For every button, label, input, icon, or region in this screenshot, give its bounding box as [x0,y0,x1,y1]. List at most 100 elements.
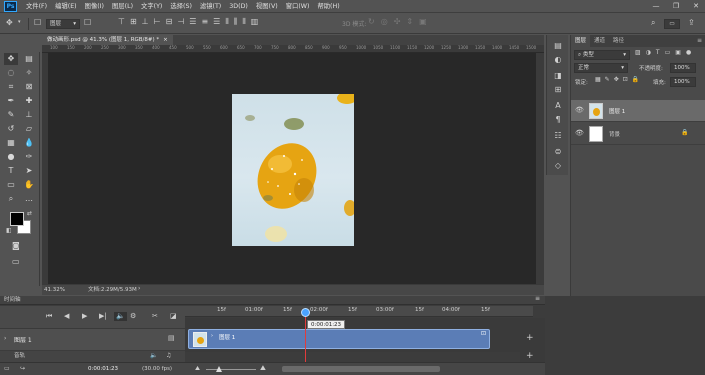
eyedropper-tool-icon[interactable]: ✒ [4,95,18,107]
distribute-hcenter-icon[interactable]: ⫼ [234,18,238,26]
film-strip-icon[interactable]: ▤ [168,335,175,342]
tab-channels[interactable]: 通道 [590,35,609,47]
close-icon[interactable]: × [163,37,168,43]
close-button[interactable]: ✕ [689,0,703,13]
opacity-field[interactable]: 100% [670,63,696,73]
blend-mode-dropdown[interactable]: 正常 ▾ [574,63,628,73]
quick-mask-icon[interactable]: ◙ [12,242,20,250]
menu-item[interactable]: 文件(F) [26,0,47,13]
gradient-tool-icon[interactable]: ▦ [4,137,18,149]
zoom-level[interactable]: 41.32% [44,285,65,295]
add-media-icon[interactable]: + [526,334,534,343]
align-left-icon[interactable]: ⊢ [154,18,161,26]
rotate-3d-icon[interactable]: ↻ [368,18,375,26]
layer-select-dropdown[interactable]: 图层 ▾ [46,19,80,29]
move-tool-icon[interactable]: ✥ [6,19,13,27]
hand-tool-icon[interactable]: ✋ [22,179,36,191]
crop-tool-icon[interactable]: ⌗ [4,81,18,93]
layer-row-1[interactable]: 👁 图层 1 [571,100,705,122]
filter-shape-icon[interactable]: ▭ [665,50,671,56]
first-frame-icon[interactable]: ⏮ [46,313,52,320]
align-bottom-icon[interactable]: ⊥ [142,18,149,26]
transform-controls-checkbox[interactable]: ☐ [84,19,91,27]
screen-mode-icon[interactable]: ▭ [12,258,20,266]
timeline-ruler[interactable]: 15f 01:00f 15f 02:00f 15f 03:00f 15f 04:… [185,306,533,317]
pen-tool-icon[interactable]: ✑ [22,151,36,163]
zoom-out-icon[interactable]: ⛰ [195,366,200,372]
track-header[interactable]: › 图层 1 ▤ [0,328,185,350]
menu-item[interactable]: 帮助(H) [317,0,339,13]
eraser-tool-icon[interactable]: ▱ [22,123,36,135]
history-brush-tool-icon[interactable]: ↺ [4,123,18,135]
artboard-tool-icon[interactable]: ▤ [22,53,36,65]
panel-menu-icon[interactable]: ≡ [535,296,540,302]
render-video-icon[interactable]: ↪ [20,366,25,372]
swap-colors-icon[interactable]: ⇄ [27,211,32,217]
menu-item[interactable]: 编辑(E) [55,0,77,13]
paragraph-panel-icon[interactable]: ¶ [551,115,565,124]
align-vcenter-icon[interactable]: ⊞ [130,18,137,26]
zoom-slider-thumb[interactable] [216,366,222,372]
chevron-down-icon[interactable]: ▾ [18,20,21,25]
path-selection-tool-icon[interactable]: ➤ [22,165,36,177]
menu-item[interactable]: 3D(D) [229,0,248,13]
more-tools-icon[interactable]: … [22,193,36,205]
auto-align-icon[interactable]: ▥ [251,18,259,26]
magic-wand-tool-icon[interactable]: ✧ [22,67,36,79]
lock-transparent-icon[interactable]: ▦ [595,77,601,83]
filter-smart-object-icon[interactable]: ▣ [675,50,681,56]
document-tab[interactable]: 做动画形.psd @ 41.3% (图层 1, RGB/8#) * × [42,35,173,45]
music-note-icon[interactable]: ♫ [166,353,171,359]
layer-name[interactable]: 图层 1 [609,107,625,115]
timeline-scrollbar[interactable] [282,366,440,372]
eye-icon[interactable]: 👁 [575,130,584,137]
clone-stamp-tool-icon[interactable]: ⊥ [22,109,36,121]
menu-item[interactable]: 滤镜(T) [200,0,221,13]
tab-paths[interactable]: 路径 [609,35,628,47]
properties-panel-icon[interactable]: ⊞ [551,85,565,94]
filter-toggle-icon[interactable]: ● [686,50,691,56]
timeline-title[interactable]: 时间轴 [4,296,21,305]
text-tool-icon[interactable]: T [4,165,18,177]
menu-item[interactable]: 文字(Y) [141,0,162,13]
align-hcenter-icon[interactable]: ⊟ [166,18,173,26]
search-icon[interactable]: ⌕ [651,19,655,27]
distribute-bottom-icon[interactable]: ☰ [213,18,220,26]
drag-3d-icon[interactable]: ✣ [394,18,401,26]
menu-item[interactable]: 图像(I) [85,0,104,13]
menu-item[interactable]: 视图(V) [256,0,278,13]
move-tool-icon[interactable]: ✥ [4,53,18,65]
brush-tool-icon[interactable]: ✎ [4,109,18,121]
character-panel-icon[interactable]: A [551,101,565,110]
audio-icon[interactable]: 🔈 [114,312,127,321]
align-top-icon[interactable]: ⊤ [118,18,125,26]
foreground-color-swatch[interactable] [10,212,24,226]
paths-panel-icon[interactable]: ◇ [551,161,565,170]
auto-select-checkbox[interactable]: ☐ [34,19,41,27]
canvas-scrollbar[interactable] [536,53,544,284]
workspace-switcher[interactable]: ▭ [664,19,680,29]
mute-icon[interactable]: 🔈 [150,353,157,359]
settings-gear-icon[interactable]: ⚙ [130,313,136,320]
lock-position-icon[interactable]: ✥ [614,77,619,83]
roll-3d-icon[interactable]: ◎ [381,18,388,26]
adjustments-panel-icon[interactable]: ◨ [551,71,565,80]
libraries-panel-icon[interactable]: ☷ [551,131,565,140]
play-icon[interactable]: ▶ [82,313,87,320]
history-panel-icon[interactable]: ▤ [551,41,565,50]
layer-kind-filter[interactable]: ⌕ 类型 ▾ [574,50,630,60]
menu-item[interactable]: 窗口(W) [286,0,310,13]
playhead-handle[interactable] [301,308,310,317]
video-clip[interactable]: › 图层 1 ⊡ [188,329,490,349]
distribute-top-icon[interactable]: ☰ [189,18,196,26]
scale-3d-icon[interactable]: ▣ [419,18,427,26]
add-audio-icon[interactable]: + [526,352,534,361]
slide-3d-icon[interactable]: ⇕ [406,18,413,26]
filter-adjustment-icon[interactable]: ◑ [646,50,651,56]
filter-type-icon[interactable]: T [656,50,660,56]
lock-artboard-icon[interactable]: ⊡ [623,77,628,83]
restore-button[interactable]: ❐ [669,0,683,13]
next-frame-icon[interactable]: ▶| [99,313,107,320]
share-icon[interactable]: ⇪ [688,19,695,27]
panel-menu-icon[interactable]: ≡ [693,35,705,47]
